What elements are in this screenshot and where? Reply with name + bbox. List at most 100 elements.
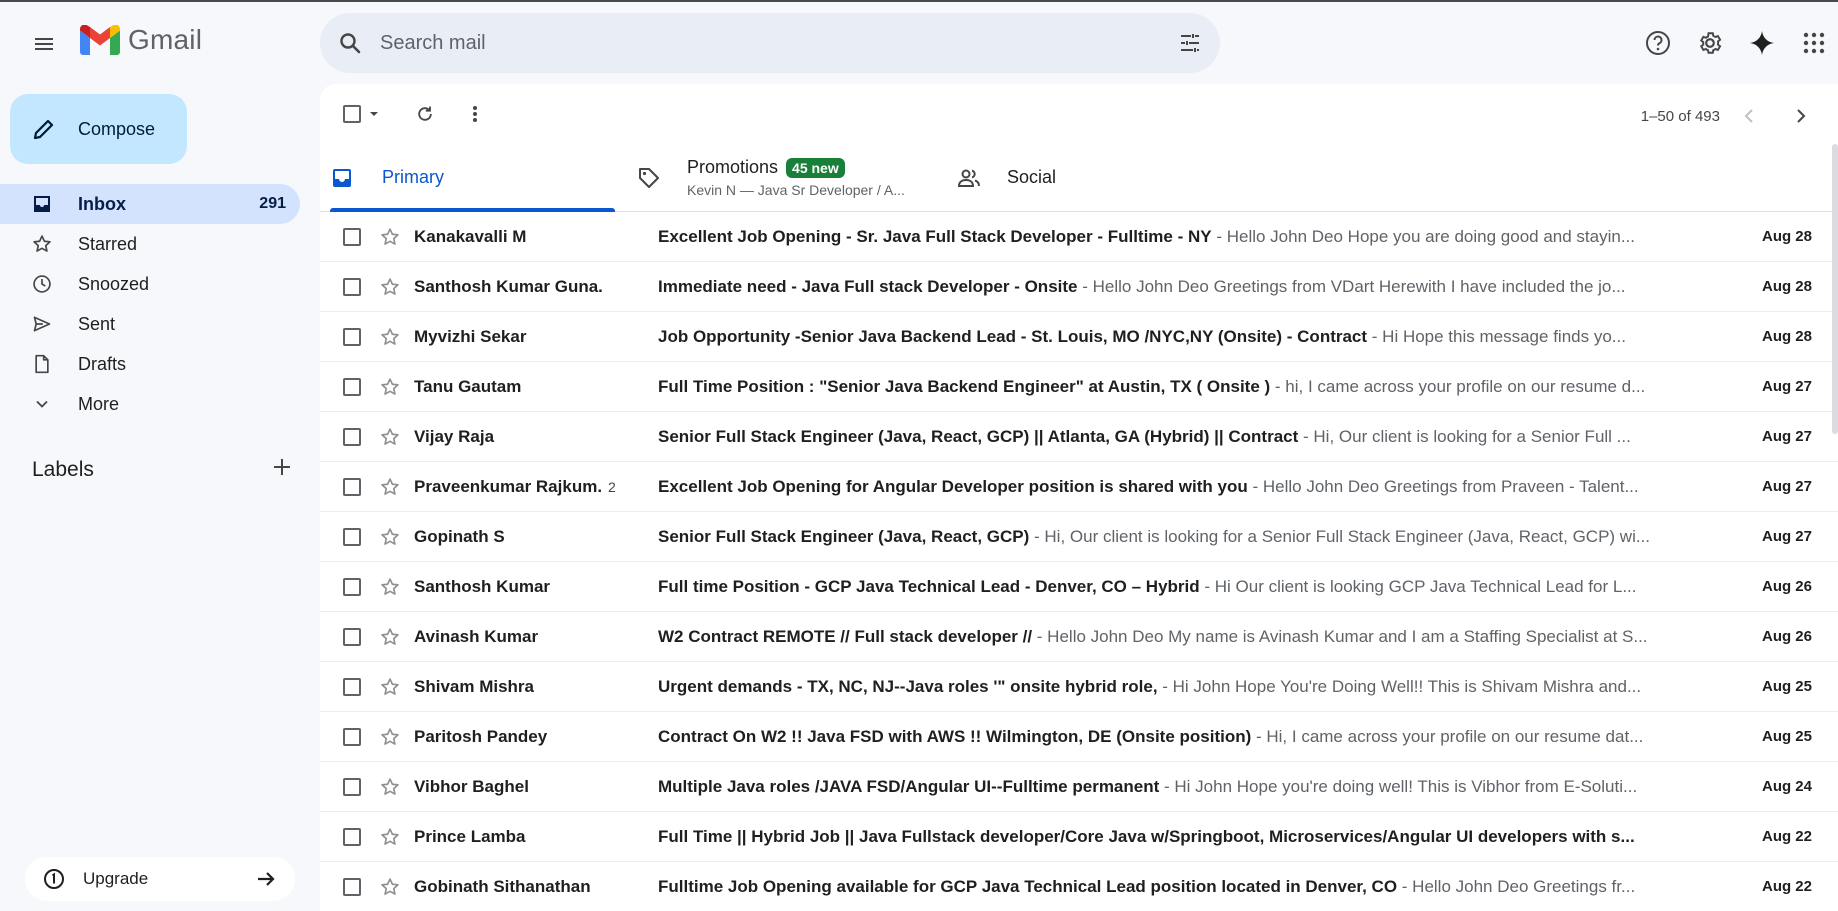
tab-primary[interactable]: Primary: [320, 144, 625, 212]
promotions-preview: Kevin N — Java Sr Developer / A...: [687, 182, 905, 198]
select-all-checkbox[interactable]: [343, 105, 361, 123]
email-row[interactable]: Praveenkumar Rajkum. 2 Excellent Job Ope…: [320, 462, 1838, 512]
search-bar[interactable]: [320, 13, 1220, 73]
star-toggle[interactable]: [372, 327, 408, 347]
row-checkbox[interactable]: [332, 577, 372, 596]
create-label-button[interactable]: [272, 457, 292, 483]
checkbox-box[interactable]: [343, 577, 361, 596]
star-toggle[interactable]: [372, 477, 408, 497]
sidebar-item-inbox[interactable]: Inbox 291: [0, 184, 300, 224]
email-snippet: - Hi Hope this message finds yo...: [1367, 326, 1626, 346]
apps-button[interactable]: [1790, 19, 1838, 67]
hamburger-icon: [35, 38, 53, 50]
checkbox-box[interactable]: [343, 777, 361, 796]
help-button[interactable]: [1634, 19, 1682, 67]
email-row[interactable]: Vibhor Baghel Multiple Java roles /JAVA …: [320, 762, 1838, 812]
checkbox-box[interactable]: [343, 677, 361, 696]
row-checkbox[interactable]: [332, 877, 372, 896]
email-row[interactable]: Prince Lamba Full Time || Hybrid Job || …: [320, 812, 1838, 862]
star-toggle[interactable]: [372, 877, 408, 897]
email-row[interactable]: Paritosh Pandey Contract On W2 !! Java F…: [320, 712, 1838, 762]
email-row[interactable]: Gobinath Sithanathan Fulltime Job Openin…: [320, 862, 1838, 911]
star-toggle[interactable]: [372, 377, 408, 397]
email-row[interactable]: Kanakavalli M Excellent Job Opening - Sr…: [320, 212, 1838, 262]
email-row[interactable]: Santhosh Kumar Guna. Immediate need - Ja…: [320, 262, 1838, 312]
row-checkbox[interactable]: [332, 277, 372, 296]
star-toggle[interactable]: [372, 577, 408, 597]
row-checkbox[interactable]: [332, 827, 372, 846]
checkbox-box[interactable]: [343, 827, 361, 846]
search-options-button[interactable]: [1160, 13, 1220, 73]
upgrade-button[interactable]: Upgrade: [25, 857, 295, 901]
star-toggle[interactable]: [372, 627, 408, 647]
search-button[interactable]: [320, 13, 380, 73]
row-checkbox[interactable]: [332, 677, 372, 696]
email-row[interactable]: Shivam Mishra Urgent demands - TX, NC, N…: [320, 662, 1838, 712]
checkbox-box[interactable]: [343, 727, 361, 746]
settings-button[interactable]: [1686, 19, 1734, 67]
row-checkbox[interactable]: [332, 327, 372, 346]
newer-page-button[interactable]: [1730, 96, 1770, 136]
checkbox-box[interactable]: [343, 427, 361, 446]
checkbox-box[interactable]: [343, 377, 361, 396]
older-page-button[interactable]: [1780, 96, 1820, 136]
scrollbar[interactable]: [1832, 144, 1838, 434]
email-snippet: - Hi Our client is looking GCP Java Tech…: [1199, 576, 1637, 596]
row-checkbox[interactable]: [332, 527, 372, 546]
email-row[interactable]: Tanu Gautam Full Time Position : "Senior…: [320, 362, 1838, 412]
checkbox-box[interactable]: [343, 327, 361, 346]
sidebar-item-starred[interactable]: Starred: [0, 224, 300, 264]
star-toggle[interactable]: [372, 427, 408, 447]
row-checkbox[interactable]: [332, 627, 372, 646]
main-menu-button[interactable]: [20, 20, 68, 68]
row-checkbox[interactable]: [332, 377, 372, 396]
compose-button[interactable]: Compose: [10, 94, 187, 164]
email-row[interactable]: Avinash Kumar W2 Contract REMOTE // Full…: [320, 612, 1838, 662]
checkbox-box[interactable]: [343, 477, 361, 496]
search-input[interactable]: [380, 31, 1160, 55]
star-icon: [32, 234, 58, 254]
tab-promotions[interactable]: Promotions 45 new Kevin N — Java Sr Deve…: [625, 144, 945, 211]
checkbox-box[interactable]: [343, 627, 361, 646]
email-row[interactable]: Myvizhi Sekar Job Opportunity -Senior Ja…: [320, 312, 1838, 362]
email-content: Multiple Java roles /JAVA FSD/Angular UI…: [658, 777, 1683, 797]
sidebar-item-sent[interactable]: Sent: [0, 304, 300, 344]
row-checkbox[interactable]: [332, 477, 372, 496]
email-row[interactable]: Gopinath S Senior Full Stack Engineer (J…: [320, 512, 1838, 562]
star-toggle[interactable]: [372, 777, 408, 797]
checkbox-box[interactable]: [343, 227, 361, 246]
refresh-button[interactable]: [400, 94, 450, 134]
row-checkbox[interactable]: [332, 727, 372, 746]
checkbox-box[interactable]: [343, 277, 361, 296]
email-row[interactable]: Vijay Raja Senior Full Stack Engineer (J…: [320, 412, 1838, 462]
email-row[interactable]: Santhosh Kumar Full time Position - GCP …: [320, 562, 1838, 612]
email-content: Senior Full Stack Engineer (Java, React,…: [658, 527, 1683, 547]
select-all-dropdown[interactable]: [334, 94, 390, 134]
row-checkbox[interactable]: [332, 777, 372, 796]
star-toggle[interactable]: [372, 527, 408, 547]
email-content: Contract On W2 !! Java FSD with AWS !! W…: [658, 727, 1683, 747]
email-content: Full Time || Hybrid Job || Java Fullstac…: [658, 827, 1683, 847]
sidebar-item-drafts[interactable]: Drafts: [0, 344, 300, 384]
star-toggle[interactable]: [372, 227, 408, 247]
tab-social[interactable]: Social: [945, 144, 1245, 211]
row-checkbox[interactable]: [332, 427, 372, 446]
gmail-logo[interactable]: Gmail: [80, 24, 202, 56]
pagination: 1–50 of 493: [1641, 96, 1820, 136]
mail-list-panel: 1–50 of 493 Primary Promotions 45 new Ke…: [320, 84, 1838, 911]
more-actions-button[interactable]: [450, 94, 500, 134]
pager-range: 1–50 of 493: [1640, 107, 1720, 125]
star-toggle[interactable]: [372, 827, 408, 847]
star-toggle[interactable]: [372, 677, 408, 697]
star-toggle[interactable]: [372, 277, 408, 297]
sidebar-item-more[interactable]: More: [0, 384, 300, 424]
checkbox-box[interactable]: [343, 527, 361, 546]
sender-name: Gobinath Sithanathan: [414, 876, 591, 896]
gemini-button[interactable]: [1738, 19, 1786, 67]
sidebar-item-label: Drafts: [78, 353, 127, 374]
row-checkbox[interactable]: [332, 227, 372, 246]
checkbox-box[interactable]: [343, 877, 361, 896]
email-date: Aug 25: [1761, 678, 1812, 695]
sidebar-item-snoozed[interactable]: Snoozed: [0, 264, 300, 304]
star-toggle[interactable]: [372, 727, 408, 747]
